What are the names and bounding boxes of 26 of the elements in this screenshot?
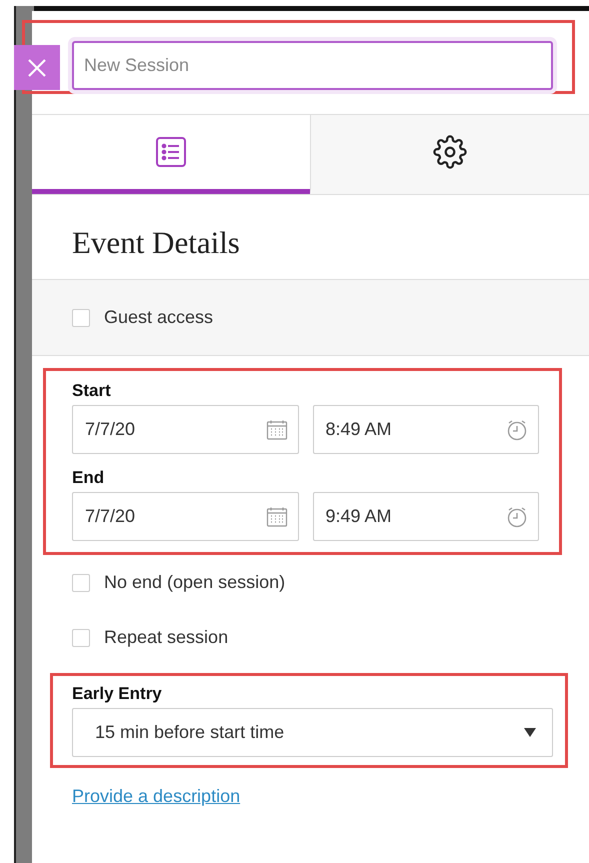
checkbox-label: No end (open session) xyxy=(104,572,286,593)
field-label: End xyxy=(72,468,104,488)
checkbox[interactable] xyxy=(72,628,90,646)
section-heading: Event Details xyxy=(71,224,240,262)
time-field[interactable]: 8:49 AM xyxy=(312,405,539,454)
early-entry-select[interactable]: 15 min before start time xyxy=(72,708,553,757)
checkbox-label: Guest access xyxy=(104,307,214,328)
settings-icon xyxy=(433,135,467,169)
time-field[interactable]: 9:49 AM xyxy=(312,492,539,541)
caret-icon xyxy=(524,728,536,737)
checkbox[interactable] xyxy=(72,308,90,326)
checkbox[interactable] xyxy=(72,574,90,592)
close-button[interactable] xyxy=(14,45,60,90)
checkbox-label: Repeat session xyxy=(104,627,228,648)
session-title-field[interactable]: New Session xyxy=(72,41,553,90)
close-icon xyxy=(27,58,47,78)
date-field[interactable]: 7/7/20 xyxy=(72,492,298,541)
field-label: Early Entry xyxy=(72,684,162,704)
description-link[interactable]: Provide a description xyxy=(72,786,240,807)
field-label: Start xyxy=(72,381,111,401)
calendar-icon xyxy=(266,418,288,440)
calendar-icon xyxy=(266,506,288,528)
alarm-clock-icon xyxy=(506,506,528,528)
date-field[interactable]: 7/7/20 xyxy=(72,405,298,454)
list-icon xyxy=(155,136,187,168)
alarm-clock-icon xyxy=(506,418,528,440)
